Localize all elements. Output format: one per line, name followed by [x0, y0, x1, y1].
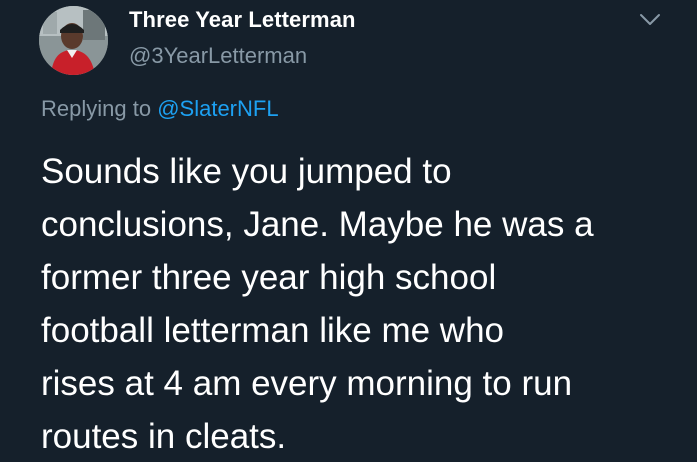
tweet-text: Sounds like you jumped to conclusions, J… [41, 145, 686, 462]
avatar[interactable] [39, 6, 108, 75]
avatar-photo [39, 6, 108, 75]
tweet-text-line: routes in cleats. [41, 417, 287, 456]
author-handle[interactable]: @3YearLetterman [129, 42, 307, 70]
tweet-text-line: football letterman like me who [41, 311, 504, 350]
tweet-text-line: rises at 4 am every morning to run [41, 364, 573, 403]
author-display-name[interactable]: Three Year Letterman [129, 6, 356, 34]
tweet: Three Year Letterman @3YearLetterman Rep… [0, 0, 697, 462]
replying-to-label: Replying to [41, 96, 152, 121]
tweet-text-line: Sounds like you jumped to [41, 152, 452, 191]
replying-to-line: Replying to @SlaterNFL [41, 95, 279, 123]
tweet-text-line: former three year high school [41, 258, 497, 297]
tweet-text-line: conclusions, Jane. Maybe he was a [41, 205, 594, 244]
chevron-down-icon[interactable] [639, 13, 661, 27]
replying-to-handle-link[interactable]: @SlaterNFL [157, 96, 278, 121]
